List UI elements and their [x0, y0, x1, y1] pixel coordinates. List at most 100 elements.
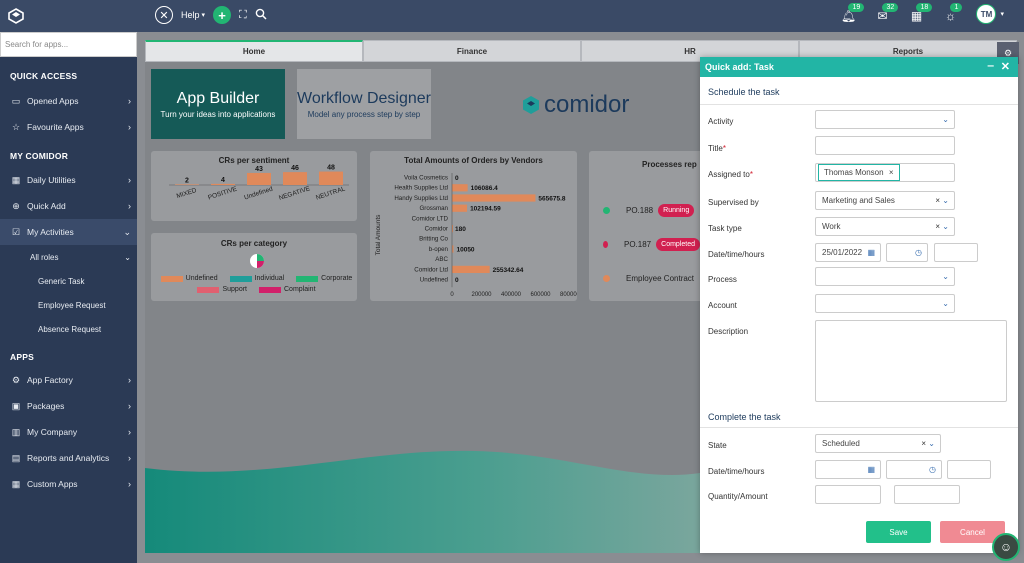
bell-icon[interactable]: 🔔︎ 19: [840, 3, 865, 23]
sidebar-item-favourite-apps[interactable]: ☆ Favourite Apps ›: [0, 114, 137, 140]
sidebar-item-employee-request[interactable]: Employee Request: [0, 293, 137, 317]
account-select[interactable]: ⌄: [815, 294, 955, 313]
pie-slice: [257, 254, 264, 261]
clear-icon[interactable]: ×: [921, 439, 926, 448]
remove-icon[interactable]: ×: [889, 168, 894, 177]
section-title: MY COMIDOR: [10, 151, 69, 161]
sidebar-item-absence-request[interactable]: Absence Request: [0, 317, 137, 341]
date2-input[interactable]: ▦: [815, 460, 881, 479]
category-chart-card: CRs per category Undefined Individual Corp…: [151, 233, 357, 301]
clock-icon[interactable]: ◷: [915, 248, 922, 257]
assigned-field[interactable]: Thomas Monson ×: [815, 163, 955, 182]
workflow-designer-title: Workflow Designer: [297, 89, 431, 107]
close-icon[interactable]: ✕: [155, 6, 173, 24]
bulb-icon[interactable]: ☼ 1: [942, 3, 963, 23]
time2-input[interactable]: ◷: [886, 460, 942, 479]
add-button[interactable]: +: [213, 6, 232, 24]
tick-label: NEUTRAL: [315, 185, 346, 201]
calendar-icon[interactable]: ▦: [867, 465, 875, 474]
process-select[interactable]: ⌄: [815, 267, 955, 286]
sidebar-item-label: Opened Apps: [27, 96, 79, 106]
close-icon[interactable]: ✕: [1001, 60, 1010, 73]
task-type-select[interactable]: Work × ⌄: [815, 217, 955, 236]
brand-logo: comidor: [521, 91, 629, 119]
hours2-input[interactable]: [947, 460, 991, 479]
sidebar: Search for apps... QUICK ACCESS ▭ Opened …: [0, 32, 137, 563]
process-label: PO.187: [624, 239, 652, 249]
tab-finance[interactable]: Finance: [363, 40, 581, 62]
section-title: Schedule the task: [700, 77, 1018, 105]
help-menu[interactable]: Help: [181, 10, 200, 20]
sidebar-item-reports-analytics[interactable]: ▤ Reports and Analytics ›: [0, 445, 137, 471]
chevron-right-icon: ›: [128, 427, 131, 437]
clear-icon[interactable]: ×: [935, 222, 940, 231]
chevron-down-icon: ▾: [201, 12, 206, 19]
save-button[interactable]: Save: [866, 521, 931, 543]
state-label: State: [708, 441, 727, 450]
app-builder-card[interactable]: App Builder Turn your ideas into applica…: [151, 69, 285, 139]
dashboard: App Builder Turn your ideas into applica…: [145, 62, 700, 553]
sidebar-item-custom-apps[interactable]: ▦ Custom Apps ›: [0, 471, 137, 497]
bar: [175, 184, 199, 185]
state-select[interactable]: Scheduled × ⌄: [815, 434, 941, 453]
bar: [319, 171, 343, 185]
date-input[interactable]: 25/01/2022 ▦: [815, 243, 881, 262]
process-row[interactable]: PO.187 Completed: [603, 235, 700, 253]
chart-title: CRs per category: [220, 239, 288, 248]
sidebar-item-packages[interactable]: ▣ Packages ›: [0, 393, 137, 419]
title-input[interactable]: [815, 136, 955, 155]
sidebar-item-label: My Company: [27, 427, 78, 437]
status-dot: [603, 206, 610, 214]
calendar-icon[interactable]: ▦ 18: [908, 3, 933, 23]
search-apps-input[interactable]: Search for apps...: [0, 32, 137, 57]
workflow-designer-card[interactable]: Workflow Designer Model any process step…: [297, 69, 431, 139]
time-input[interactable]: ◷: [886, 243, 928, 262]
legend-label: Individual: [254, 275, 285, 282]
process-row[interactable]: Employee Contract: [603, 269, 700, 287]
legend-item: Corporate: [296, 275, 352, 282]
tick-label: Comidor LTD: [412, 215, 449, 222]
comidor-logo-icon[interactable]: [0, 0, 32, 32]
data-label: 0: [455, 175, 459, 182]
avatar[interactable]: TM: [976, 4, 997, 24]
sidebar-item-all-roles[interactable]: All roles ⌄: [0, 245, 137, 269]
sidebar-item-quick-add[interactable]: ⊕ Quick Add ›: [0, 193, 137, 219]
data-label: 43: [255, 166, 263, 173]
bar: [211, 183, 235, 185]
supervised-select[interactable]: Marketing and Sales × ⌄: [815, 191, 955, 210]
sidebar-item-my-company[interactable]: ▥ My Company ›: [0, 419, 137, 445]
clear-icon[interactable]: ×: [935, 196, 940, 205]
plus-circle-icon: ⊕: [12, 200, 20, 211]
sidebar-item-label: Generic Task: [38, 276, 85, 286]
minimize-icon[interactable]: ‒: [988, 60, 994, 73]
sidebar-item-label: Quick Add: [27, 201, 66, 211]
hours-input[interactable]: [934, 243, 978, 262]
search-icon[interactable]: [255, 8, 267, 22]
message-icon[interactable]: ✉ 32: [874, 3, 899, 23]
sidebar-item-label: Favourite Apps: [27, 122, 84, 132]
sidebar-item-my-activities[interactable]: ☑ My Activities ⌄: [0, 219, 137, 245]
chevron-down-icon: ⌄: [928, 439, 935, 448]
amount-input[interactable]: [894, 485, 960, 504]
tick-label: 0: [450, 292, 454, 298]
quantity-input[interactable]: [815, 485, 881, 504]
panel-header: Quick add: Task ‒ ✕: [700, 57, 1018, 77]
activity-select[interactable]: ⌄: [815, 110, 955, 129]
sidebar-item-opened-apps[interactable]: ▭ Opened Apps ›: [0, 88, 137, 114]
star-icon: ☆: [11, 121, 21, 132]
sidebar-item-generic-task[interactable]: Generic Task: [0, 269, 137, 293]
tick-label: Health Supplies Ltd: [394, 185, 448, 192]
process-row[interactable]: PO.188 Running: [603, 201, 700, 219]
legend-item: Undefined: [160, 275, 218, 282]
description-textarea[interactable]: [815, 320, 1007, 402]
sidebar-item-app-factory[interactable]: ⚙ App Factory ›: [0, 367, 137, 393]
sidebar-item-daily-utilities[interactable]: ▦ Daily Utilities ›: [0, 167, 137, 193]
chevron-down-icon[interactable]: ▾: [1000, 10, 1004, 18]
data-label: 4: [221, 177, 225, 184]
chat-assistant-icon[interactable]: ☺: [992, 533, 1020, 561]
clock-icon[interactable]: ◷: [929, 465, 936, 474]
fullscreen-icon[interactable]: ⛶: [239, 9, 247, 22]
chevron-right-icon: ›: [128, 401, 131, 411]
tab-home[interactable]: Home: [145, 40, 363, 62]
calendar-icon[interactable]: ▦: [867, 248, 875, 257]
